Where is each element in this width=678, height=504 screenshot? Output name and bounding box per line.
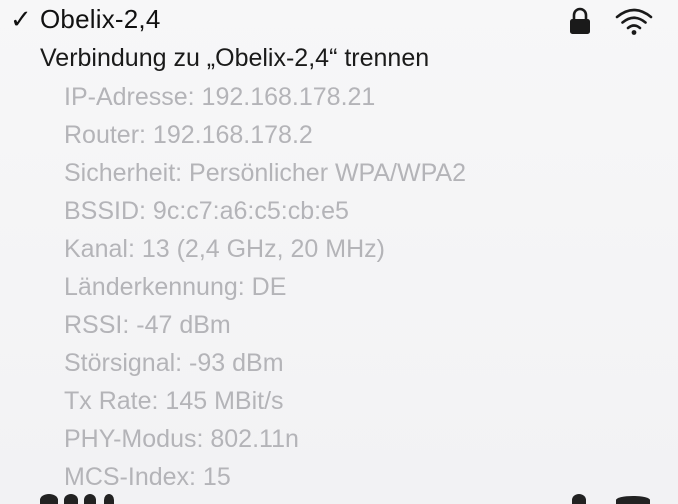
detail-country-code: Länderkennung: DE: [64, 273, 287, 301]
detail-router: Router: 192.168.178.2: [64, 121, 313, 149]
detail-noise: Störsignal: -93 dBm: [64, 349, 284, 377]
next-network-text-fragment: [64, 494, 78, 504]
next-network-text-fragment: [104, 494, 114, 504]
network-details-list: IP-Adresse: 192.168.178.21 Router: 192.1…: [64, 81, 466, 499]
detail-ip-address: IP-Adresse: 192.168.178.21: [64, 83, 376, 111]
next-network-text-fragment: [40, 494, 58, 504]
network-name: Obelix-2,4: [40, 4, 161, 34]
network-item-obelix[interactable]: ✓ Obelix-2,4: [0, 0, 678, 40]
detail-channel: Kanal: 13 (2,4 GHz, 20 MHz): [64, 235, 385, 263]
detail-security: Sicherheit: Persönlicher WPA/WPA2: [64, 159, 466, 187]
detail-rssi: RSSI: -47 dBm: [64, 311, 231, 339]
next-network-text-fragment: [84, 494, 96, 504]
next-network-wifi-fragment: [616, 496, 650, 504]
checkmark-icon: ✓: [10, 4, 32, 34]
detail-tx-rate: Tx Rate: 145 MBit/s: [64, 387, 284, 415]
disconnect-menu-item[interactable]: Verbindung zu „Obelix-2,4“ trennen: [40, 42, 429, 74]
lock-icon: [570, 7, 590, 34]
detail-bssid: BSSID: 9c:c7:a6:c5:cb:e5: [64, 197, 349, 225]
detail-phy-mode: PHY-Modus: 802.11n: [64, 425, 299, 453]
next-network-item[interactable]: [0, 492, 678, 504]
wifi-icon: [615, 8, 653, 35]
next-network-lock-fragment: [572, 494, 586, 504]
wifi-menu: ✓ Obelix-2,4 Verbindung zu „Obelix-2,4“ …: [0, 0, 678, 504]
